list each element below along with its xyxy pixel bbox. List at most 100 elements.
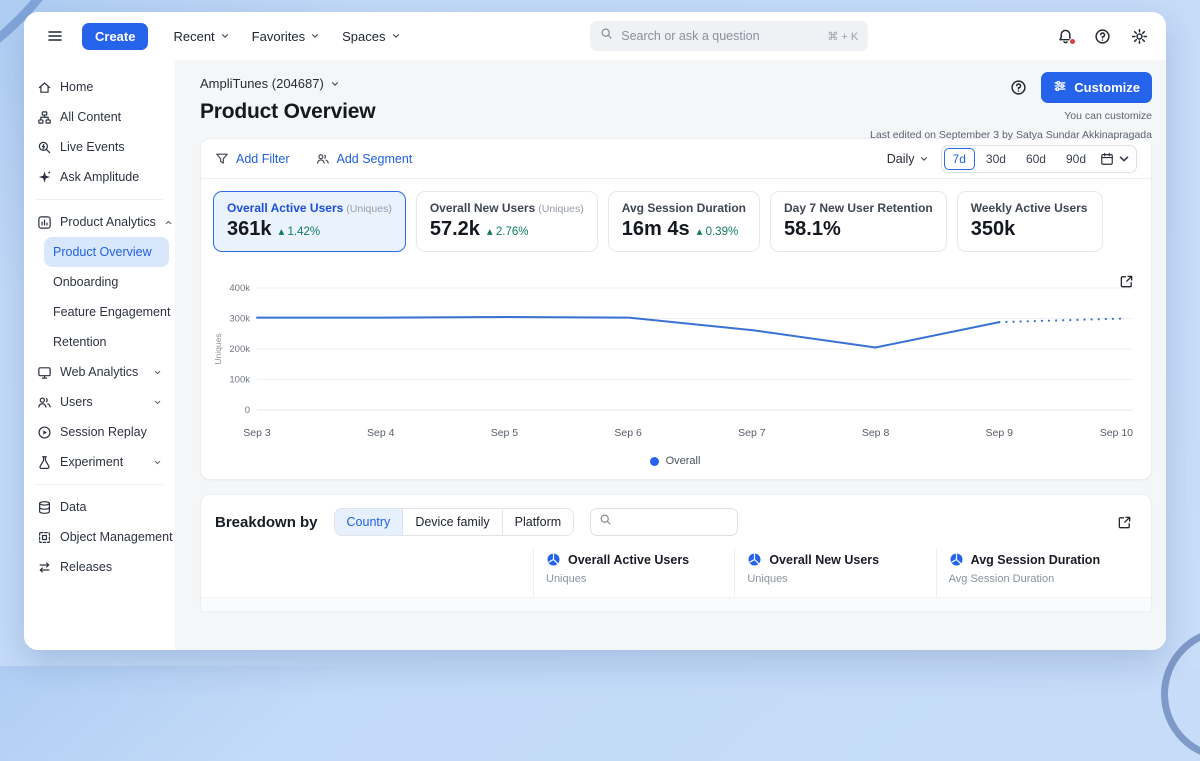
sidebar-item-releases[interactable]: Releases <box>30 552 169 582</box>
sidebar-item-onboarding[interactable]: Onboarding <box>44 267 169 297</box>
customize-hint: You can customize <box>1064 110 1152 122</box>
svg-text:100k: 100k <box>229 375 250 386</box>
metric-card-overall-new-users[interactable]: Overall New Users(Uniques) 57.2k▴ 2.76% <box>416 191 598 252</box>
project-selector[interactable]: AmpliTunes (204687) <box>200 76 340 91</box>
sidebar-item-web-analytics[interactable]: Web Analytics <box>30 357 169 387</box>
nav-menu-label: Favorites <box>252 29 305 44</box>
breakdown-row-label-spacer <box>215 548 533 597</box>
sidebar-item-users[interactable]: Users <box>30 387 169 417</box>
help-circle-icon[interactable] <box>1010 79 1027 96</box>
chevron-down-icon <box>310 31 320 41</box>
metric-suffix: (Uniques) <box>538 203 584 215</box>
breakdown-search[interactable] <box>590 508 738 536</box>
chart-legend: Overall <box>211 450 1139 479</box>
create-button[interactable]: Create <box>82 23 148 50</box>
sidebar-item-all-content[interactable]: All Content <box>30 102 169 132</box>
breakdown-tab-platform[interactable]: Platform <box>503 509 574 535</box>
home-icon <box>37 80 52 95</box>
breakdown-tab-country[interactable]: Country <box>335 509 404 535</box>
nav-menu-recent[interactable]: Recent <box>164 23 238 50</box>
metric-delta: ▴ 2.76% <box>487 224 529 238</box>
hamburger-menu-icon[interactable] <box>42 23 68 49</box>
metric-card-day-7-new-user-retention[interactable]: Day 7 New User Retention 58.1% <box>770 191 947 252</box>
breakdown-column-overall-active-users[interactable]: Overall Active Users Uniques <box>533 548 734 597</box>
breakdown-tab-device-family[interactable]: Device family <box>403 509 502 535</box>
customize-button[interactable]: Customize <box>1041 72 1152 103</box>
range-7d-button[interactable]: 7d <box>944 148 975 170</box>
svg-text:Sep 4: Sep 4 <box>367 427 395 439</box>
notification-dot <box>1069 38 1076 45</box>
sidebar-item-live-events[interactable]: Live Events <box>30 132 169 162</box>
sidebar-item-product-overview[interactable]: Product Overview <box>44 237 169 267</box>
header-actions: Customize You can customize Last edited … <box>870 72 1152 141</box>
chevron-down-icon <box>153 458 162 467</box>
main-content: AmpliTunes (204687) Product Overview Cus… <box>175 60 1166 650</box>
sidebar-item-feature-engagement[interactable]: Feature Engagement <box>44 297 169 327</box>
add-filter-label: Add Filter <box>236 152 290 166</box>
breakdown-column-avg-session-duration[interactable]: Avg Session Duration Avg Session Duratio… <box>936 548 1137 597</box>
sidebar-item-data[interactable]: Data <box>30 492 169 522</box>
svg-text:Uniques: Uniques <box>213 333 223 364</box>
sidebar: HomeAll ContentLive EventsAsk Amplitude P… <box>24 60 175 650</box>
svg-text:400k: 400k <box>229 283 250 294</box>
nav-menu-favorites[interactable]: Favorites <box>243 23 329 50</box>
svg-text:Sep 3: Sep 3 <box>243 427 271 439</box>
metric-value: 58.1% <box>784 218 933 241</box>
svg-text:Sep 10: Sep 10 <box>1100 427 1133 439</box>
sidebar-item-label: Object Management <box>60 530 173 544</box>
sidebar-item-label: Experiment <box>60 455 123 469</box>
svg-text:Sep 5: Sep 5 <box>491 427 519 439</box>
sidebar-item-label: Product Analytics <box>60 215 156 229</box>
segment-pie-icon <box>747 552 762 567</box>
sidebar-item-home[interactable]: Home <box>30 72 169 102</box>
column-sublabel: Avg Session Duration <box>949 573 1127 585</box>
sidebar-item-session-replay[interactable]: Session Replay <box>30 417 169 447</box>
global-search[interactable]: ⌘ + K <box>590 21 868 51</box>
search-icon <box>600 27 613 45</box>
granularity-dropdown[interactable]: Daily <box>887 152 929 166</box>
metric-value: 361k▴ 1.42% <box>227 218 392 241</box>
nav-menu-label: Recent <box>173 29 214 44</box>
breakdown-card: Breakdown by CountryDevice familyPlatfor… <box>200 494 1152 611</box>
range-60d-button[interactable]: 60d <box>1017 148 1055 170</box>
sidebar-item-object-management[interactable]: Object Management <box>30 522 169 552</box>
sidebar-item-product-analytics[interactable]: Product Analytics <box>30 207 169 237</box>
svg-text:Sep 6: Sep 6 <box>614 427 642 439</box>
users-icon <box>37 395 52 410</box>
sidebar-item-retention[interactable]: Retention <box>44 327 169 357</box>
help-icon[interactable] <box>1094 28 1111 45</box>
sidebar-item-experiment[interactable]: Experiment <box>30 447 169 477</box>
column-sublabel: Uniques <box>747 573 925 585</box>
metric-label: Overall Active Users(Uniques) <box>227 201 392 215</box>
open-in-new-icon[interactable] <box>1113 268 1139 294</box>
top-nav: Create Recent Favorites Spaces ⌘ + K <box>24 12 1166 60</box>
metric-card-weekly-active-users[interactable]: Weekly Active Users 350k <box>957 191 1103 252</box>
add-segment-label: Add Segment <box>337 152 413 166</box>
column-label: Avg Session Duration <box>971 553 1100 567</box>
sparkle-icon <box>37 170 52 185</box>
metric-delta: ▴ 0.39% <box>697 224 739 238</box>
range-90d-button[interactable]: 90d <box>1057 148 1095 170</box>
gear-icon[interactable] <box>1131 28 1148 45</box>
search-input[interactable] <box>621 29 819 43</box>
releases-icon <box>37 560 52 575</box>
add-filter-button[interactable]: Add Filter <box>215 152 290 166</box>
metric-cards-row: Overall Active Users(Uniques) 361k▴ 1.42… <box>201 179 1151 266</box>
nav-menu-spaces[interactable]: Spaces <box>333 23 409 50</box>
calendar-icon[interactable] <box>1097 152 1134 166</box>
breakdown-tabs: CountryDevice familyPlatform <box>334 508 575 536</box>
range-30d-button[interactable]: 30d <box>977 148 1015 170</box>
sidebar-item-label: Users <box>60 395 93 409</box>
bell-icon[interactable] <box>1057 28 1074 45</box>
metric-card-overall-active-users[interactable]: Overall Active Users(Uniques) 361k▴ 1.42… <box>213 191 406 252</box>
breakdown-search-input[interactable] <box>618 515 729 529</box>
breakdown-column-overall-new-users[interactable]: Overall New Users Uniques <box>734 548 935 597</box>
metric-value: 16m 4s▴ 0.39% <box>622 218 746 241</box>
metric-card-avg-session-duration[interactable]: Avg Session Duration 16m 4s▴ 0.39% <box>608 191 760 252</box>
open-in-new-icon[interactable] <box>1111 509 1137 535</box>
filter-bar: Add Filter Add Segment Daily <box>201 139 1151 179</box>
metric-label: Weekly Active Users <box>971 201 1089 215</box>
svg-text:200k: 200k <box>229 344 250 355</box>
sidebar-item-ask-amplitude[interactable]: Ask Amplitude <box>30 162 169 192</box>
add-segment-button[interactable]: Add Segment <box>316 152 413 166</box>
